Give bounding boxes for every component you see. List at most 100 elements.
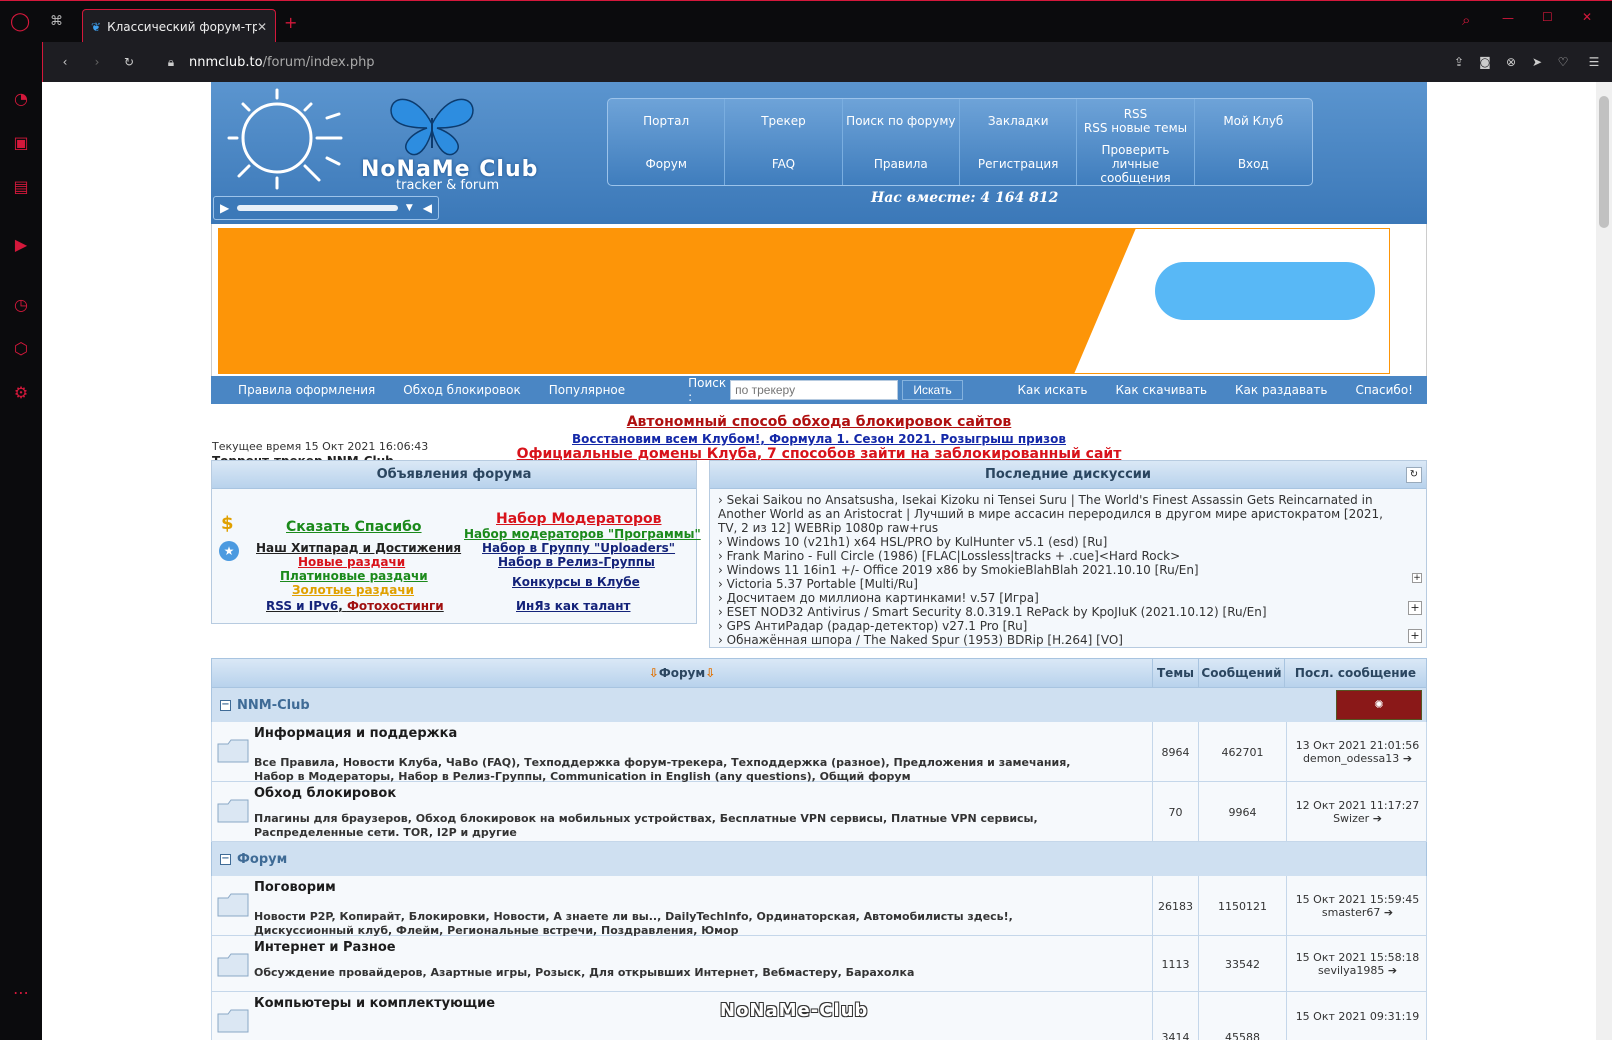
link-rss-ipv6[interactable]: RSS и IPv6: [266, 599, 338, 613]
easy-setup-icon[interactable]: ☰: [1576, 55, 1612, 69]
settings-icon[interactable]: ⚙: [10, 382, 32, 404]
subnav-how-search[interactable]: Как искать: [1004, 383, 1102, 397]
discussion-item[interactable]: › GPS АнтиРадар (радар-детектор) v27.1 P…: [718, 619, 1027, 633]
category-forum[interactable]: − Форум: [211, 842, 1427, 876]
box-icon[interactable]: ⬡: [10, 338, 32, 360]
dropdown-icon[interactable]: ▼: [406, 203, 413, 213]
link-platinum[interactable]: Платиновые раздачи: [280, 569, 428, 583]
send-icon[interactable]: ➤: [1524, 55, 1550, 69]
subforum-links[interactable]: Новости P2P, Копирайт, Блокировки, Новос…: [254, 910, 1154, 924]
notice-restore-club[interactable]: Восстановим всем Клубом!: [572, 432, 760, 446]
close-tab-icon[interactable]: ✕: [257, 20, 267, 34]
nav-portal[interactable]: Портал: [608, 99, 726, 142]
subnav-popular[interactable]: Популярное: [535, 383, 639, 397]
discussion-item[interactable]: › ESET NOD32 Antivirus / Smart Security …: [718, 605, 1267, 619]
twitch-icon[interactable]: ▤: [10, 176, 32, 198]
more-icon[interactable]: ⋯: [10, 982, 32, 1004]
maximize-icon[interactable]: ☐: [1542, 10, 1553, 24]
discussion-item[interactable]: › Досчитаем до миллиона картинками! v.57…: [718, 591, 1039, 605]
link-inyaz[interactable]: ИнЯз как талант: [516, 599, 630, 613]
link-new-releases[interactable]: Новые раздачи: [298, 555, 405, 569]
refresh-icon[interactable]: ↻: [1406, 467, 1422, 483]
notice-autonomous-bypass[interactable]: Автономный способ обхода блокировок сайт…: [211, 414, 1427, 430]
link-release-groups[interactable]: Набор в Релиз-Группы: [498, 555, 655, 569]
tab-switcher-icon[interactable]: ⌘: [50, 14, 63, 29]
nav-bookmarks[interactable]: Закладки: [960, 99, 1078, 142]
collapse-icon[interactable]: −: [220, 853, 231, 865]
adblock-icon[interactable]: ⊗: [1498, 55, 1524, 69]
snapshot-icon[interactable]: ◙: [1472, 55, 1498, 69]
subnav-thanks[interactable]: Спасибо!: [1341, 383, 1427, 397]
expand-icon[interactable]: +: [1408, 601, 1422, 615]
discussion-item[interactable]: › Sekai Saikou no Ansatsusha, Isekai Kiz…: [718, 493, 1384, 535]
forum-title[interactable]: Интернет и Разное: [254, 940, 396, 955]
nav-rss[interactable]: RSS RSS новые темы: [1077, 99, 1195, 142]
bag-icon[interactable]: ▣: [10, 132, 32, 154]
expand-small-icon[interactable]: +: [1412, 573, 1422, 583]
forum-row-talk[interactable]: Поговорим Новости P2P, Копирайт, Блокиро…: [211, 876, 1427, 937]
player-icon[interactable]: ▶: [10, 234, 32, 256]
nav-login[interactable]: Вход: [1195, 142, 1312, 185]
forum-title[interactable]: Обход блокировок: [254, 786, 396, 801]
back-icon[interactable]: ‹: [55, 55, 75, 69]
subnav-how-download[interactable]: Как скачивать: [1102, 383, 1222, 397]
forum-title[interactable]: Компьютеры и комплектующие: [254, 996, 495, 1011]
browser-tab-active[interactable]: ❦ Классический форум-трек ✕: [82, 9, 276, 43]
go-to-post-icon[interactable]: ➔: [1373, 812, 1382, 825]
discussion-item[interactable]: › Windows 11 16in1 +/- Office 2019 x86 b…: [718, 563, 1199, 577]
nav-rules[interactable]: Правила: [843, 142, 960, 185]
play-icon[interactable]: ▶: [220, 201, 229, 215]
last-post-user[interactable]: Swizer ➔: [1333, 812, 1382, 825]
link-gold[interactable]: Золотые раздачи: [292, 583, 414, 597]
nav-register[interactable]: Регистрация: [960, 142, 1078, 185]
discussion-item[interactable]: › Windows 10 (v21h1) x64 HSL/PRO by KulH…: [718, 535, 1107, 549]
forum-row-info[interactable]: Информация и поддержка Все Правила, Ново…: [211, 722, 1427, 783]
link-contests[interactable]: Конкурсы в Клубе: [512, 575, 640, 589]
nav-forum[interactable]: Форум: [608, 142, 726, 185]
link-mod-programs[interactable]: Набор модераторов "Программы": [464, 527, 701, 541]
nav-tracker[interactable]: Трекер: [725, 99, 843, 142]
subforum-links[interactable]: Распределенные сети. TOR, I2P и другие: [254, 826, 1154, 840]
subnav-how-seed[interactable]: Как раздавать: [1221, 383, 1341, 397]
discussion-item[interactable]: › Victoria 5.37 Portable [Multi/Ru]: [718, 577, 918, 591]
nav-my-club[interactable]: Мой Клуб: [1195, 99, 1312, 142]
go-to-post-icon[interactable]: ➔: [1403, 752, 1412, 765]
lock-icon[interactable]: 🔒︎: [161, 55, 181, 70]
heart-icon[interactable]: ♡: [1550, 55, 1576, 69]
minimize-icon[interactable]: —: [1502, 11, 1514, 25]
forum-title[interactable]: Информация и поддержка: [254, 726, 457, 741]
new-tab-icon[interactable]: +: [284, 13, 297, 32]
last-post-user[interactable]: sevilya1985 ➔: [1318, 964, 1397, 977]
share-icon[interactable]: ⇪: [1446, 55, 1472, 69]
nav-forum-search[interactable]: Поиск по форуму: [843, 99, 960, 142]
link-moderators[interactable]: Набор Модераторов: [496, 511, 662, 527]
go-to-post-icon[interactable]: ➔: [1388, 964, 1397, 977]
speed-dial-icon[interactable]: ◔: [10, 88, 32, 110]
go-to-post-icon[interactable]: ➔: [1384, 906, 1393, 919]
link-uploaders[interactable]: Набор в Группу "Uploaders": [482, 541, 675, 555]
link-photohosting[interactable]: Фотохостинги: [347, 599, 444, 613]
history-icon[interactable]: ◷: [10, 294, 32, 316]
ad-banner[interactable]: [211, 224, 1427, 376]
forward-icon[interactable]: ›: [87, 55, 107, 69]
scrollbar-thumb[interactable]: [1599, 96, 1609, 228]
search-button[interactable]: Искать: [902, 380, 963, 400]
subforum-links[interactable]: Обсуждение провайдеров, Азартные игры, Р…: [254, 966, 1154, 980]
link-say-thanks[interactable]: Сказать Спасибо: [286, 519, 422, 535]
last-post-user[interactable]: demon_odessa13 ➔: [1303, 752, 1412, 765]
volume-icon[interactable]: ◀: [423, 201, 432, 215]
player-progress-bar[interactable]: [237, 205, 398, 211]
forum-row-bypass[interactable]: Обход блокировок Плагины для браузеров, …: [211, 782, 1427, 842]
subnav-formatting-rules[interactable]: Правила оформления: [224, 383, 389, 397]
category-nnm-club[interactable]: − NNM-Club ✺: [211, 688, 1427, 722]
url-field[interactable]: nnmclub.to/forum/index.php: [189, 55, 375, 70]
forum-title[interactable]: Поговорим: [254, 880, 336, 895]
subforum-links[interactable]: Все Правила, Новости Клуба, ЧаВо (FAQ), …: [254, 756, 1154, 770]
discussion-item[interactable]: › Обнажённая шпора / The Naked Spur (195…: [718, 633, 1123, 647]
banner-button[interactable]: [1155, 262, 1375, 320]
expand-icon[interactable]: +: [1408, 629, 1422, 643]
last-post-user[interactable]: smaster67 ➔: [1322, 906, 1393, 919]
search-input[interactable]: [730, 380, 899, 400]
discussion-item[interactable]: › Frank Marino - Full Circle (1986) [FLA…: [718, 549, 1180, 563]
nav-faq[interactable]: FAQ: [725, 142, 843, 185]
